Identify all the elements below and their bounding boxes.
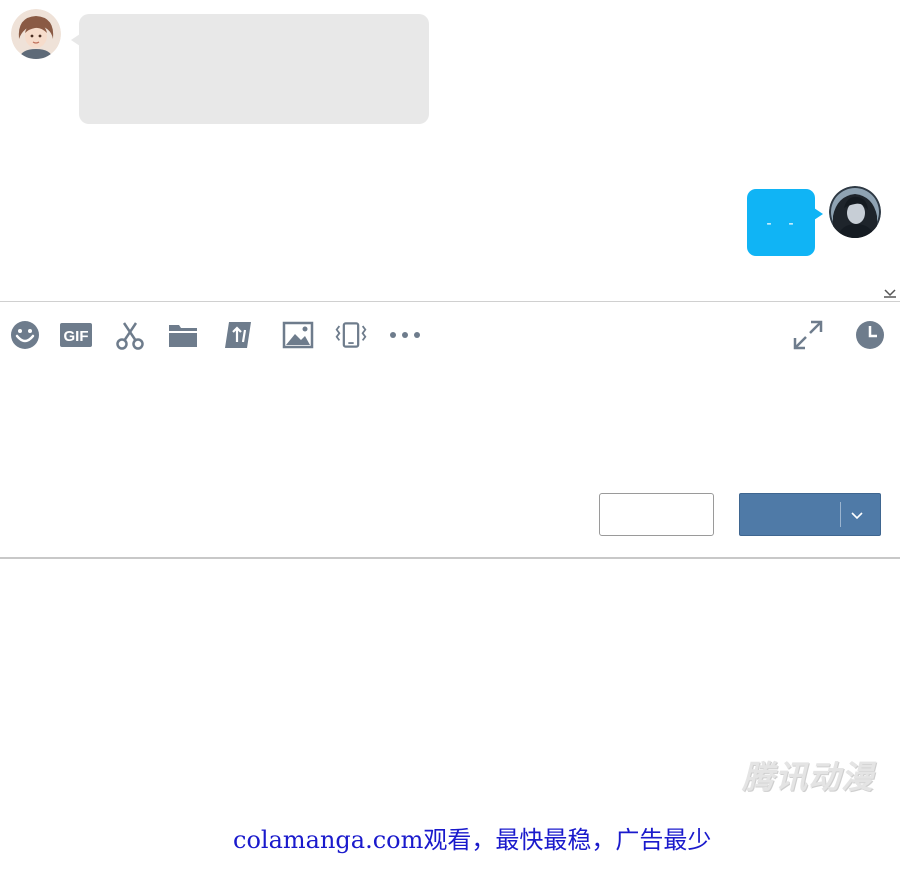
incoming-message-bubble[interactable] (79, 14, 429, 124)
woman-avatar-icon[interactable] (11, 9, 61, 59)
man-avatar-icon[interactable] (829, 186, 881, 238)
more-icon[interactable] (386, 318, 424, 352)
outgoing-message-text: - - (764, 213, 798, 232)
history-icon[interactable] (853, 318, 887, 352)
shake-icon[interactable] (334, 318, 368, 352)
close-button[interactable] (599, 493, 714, 536)
folder-icon[interactable] (166, 318, 200, 352)
message-input[interactable] (0, 360, 900, 485)
send-button-separator (840, 502, 841, 527)
outgoing-bubble-tail (814, 208, 823, 220)
gif-icon[interactable]: GIF (59, 318, 93, 352)
outgoing-message-bubble[interactable]: - - (747, 189, 815, 256)
scissors-icon[interactable] (113, 318, 147, 352)
footer-text: colamanga.com观看，最快最稳，广告最少 (233, 826, 712, 854)
watermark-logo: 腾讯动漫 (742, 758, 875, 796)
window-bottom-border (0, 557, 900, 559)
expand-icon[interactable] (791, 318, 825, 352)
image-icon[interactable] (281, 318, 315, 352)
gif-label: GIF (64, 328, 89, 345)
red-packet-icon[interactable] (222, 318, 256, 352)
chevron-down-icon[interactable] (849, 507, 865, 523)
toolbar-divider (0, 301, 900, 302)
emoji-icon[interactable] (8, 318, 42, 352)
collapse-icon[interactable] (883, 284, 897, 298)
